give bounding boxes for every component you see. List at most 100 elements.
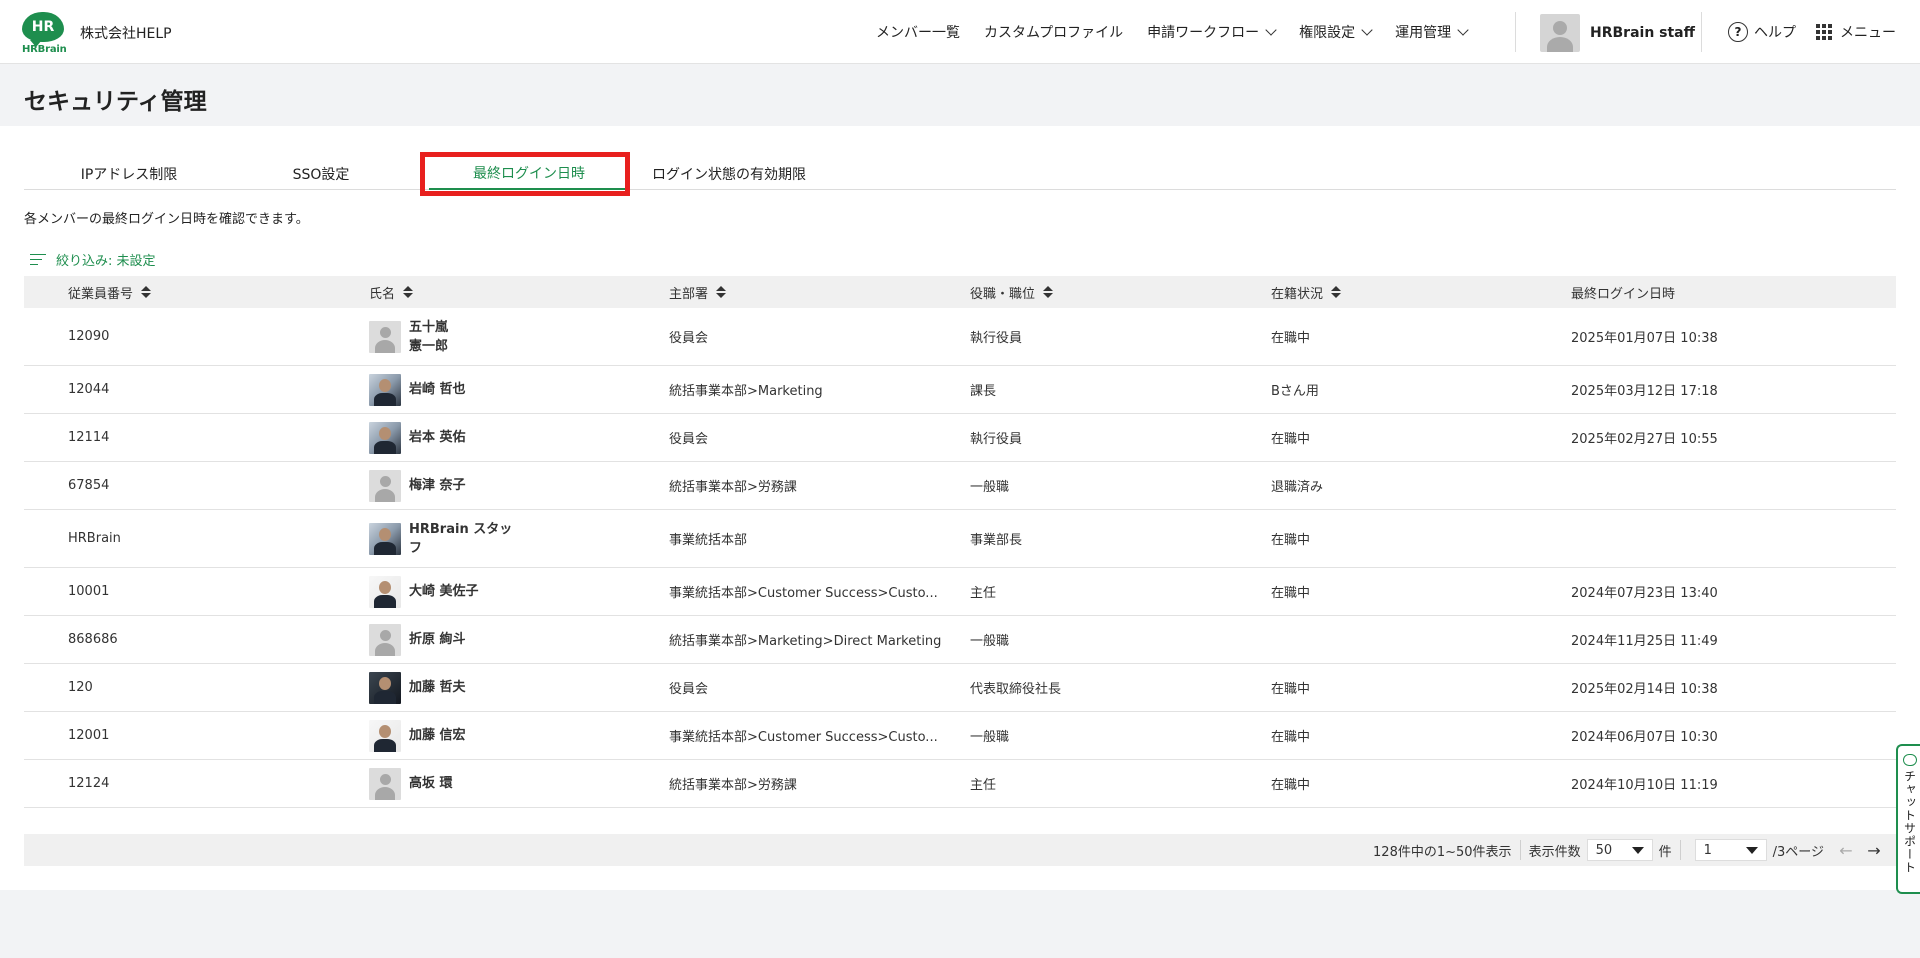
department-cell: 統括事業本部>労務課 [669, 462, 797, 509]
employee-id-cell-text: 12090 [68, 329, 110, 344]
employee-id-cell: 12001 [68, 712, 109, 759]
next-page-button[interactable]: → [1864, 840, 1884, 860]
caret-down-icon [1745, 846, 1758, 854]
grid-icon [1816, 24, 1832, 40]
user-account[interactable]: HRBrain staff [1540, 14, 1695, 52]
status-cell-text: 在職中 [1271, 778, 1311, 793]
filter-button[interactable]: 絞り込み: 未設定 [30, 250, 156, 269]
department-cell-text: 役員会 [669, 432, 709, 447]
department-cell-text: 事業統括本部>Customer Success>Custo... [669, 586, 938, 601]
app-header: HR HRBrain 株式会社HELP メンバー一覧 カスタムプロファイル 申請… [0, 0, 1920, 64]
nav-permissions[interactable]: 権限設定 [1299, 22, 1373, 42]
col-status[interactable]: 在籍状況 [1271, 283, 1341, 302]
member-name: 岩崎 哲也 [409, 382, 466, 397]
per-page-unit: 件 [1658, 844, 1672, 860]
tab-session-expiry[interactable]: ログイン状態の有効期限 [644, 158, 814, 190]
pagination-divider [1519, 840, 1521, 860]
nav-member-list[interactable]: メンバー一覧 [876, 22, 960, 42]
member-name: 高坂 環 [409, 776, 453, 791]
position-cell-text: 主任 [970, 778, 997, 793]
sort-icon [403, 286, 413, 298]
menu-label: メニュー [1840, 25, 1896, 41]
table-row[interactable]: 12090 五十嵐 憲一郎 役員会 執行役員 在職中 2025年01月07日 10:38 [24, 308, 1896, 366]
table-row[interactable]: 10001 大崎 美佐子 事業統括本部>Customer Success>Custo… [24, 568, 1896, 616]
table-row[interactable]: 868686 折原 絢斗 統括事業本部>Marketing>Direct Marke… [24, 616, 1896, 664]
company-name: 株式会社HELP [80, 26, 172, 42]
last-login-cell: 2024年07月23日 13:40 [1571, 568, 1718, 615]
employee-id-cell-text: 12001 [68, 728, 110, 743]
tab-ip-restriction[interactable]: IPアドレス制限 [54, 158, 204, 190]
status-cell: 在職中 [1271, 664, 1310, 711]
pagination-summary: 128件中の1~50件表示 [1373, 844, 1512, 860]
last-login-cell: 2025年01月07日 10:38 [1571, 308, 1718, 365]
department-cell-text: 事業統括本部>Customer Success>Custo... [669, 730, 938, 745]
status-cell-text: 在職中 [1271, 432, 1311, 447]
security-tabs: IPアドレス制限 SSO設定 最終ログイン日時 ログイン状態の有効期限 [24, 158, 1896, 190]
chevron-down-icon [1457, 24, 1469, 36]
nav-operations[interactable]: 運用管理 [1395, 22, 1469, 42]
col-name[interactable]: 氏名 [369, 283, 413, 302]
chat-support-label: チャットサポート [1902, 770, 1917, 874]
member-name: 加藤 信宏 [409, 728, 466, 743]
table-row[interactable]: HRBrain HRBrain スタッ フ 事業統括本部 事業部長 在職中 [24, 510, 1896, 568]
login-table: 従業員番号 氏名 主部署 役職・職位 在籍状況 最終ログイン日時 12090 五十… [24, 276, 1896, 834]
position-cell-text: 執行役員 [970, 432, 1023, 447]
department-cell: 事業統括本部>Customer Success>Custo... [669, 568, 938, 615]
prev-page-button[interactable]: ← [1836, 840, 1856, 860]
table-row[interactable]: 12114 岩本 英佑 役員会 執行役員 在職中 2025年02月27日 10:55 [24, 414, 1896, 462]
nav-permissions-label: 権限設定 [1299, 25, 1356, 41]
arrow-right-icon: → [1867, 840, 1881, 860]
position-cell: 主任 [970, 760, 996, 807]
name-cell: 大崎 美佐子 [369, 568, 479, 615]
sort-icon [716, 286, 726, 298]
col-position[interactable]: 役職・職位 [970, 283, 1053, 302]
tab-session-expiry-label: ログイン状態の有効期限 [652, 167, 806, 183]
help-button[interactable]: ? ヘルプ [1728, 22, 1796, 42]
last-login-cell: 2025年02月14日 10:38 [1571, 664, 1718, 711]
position-cell: 一般職 [970, 616, 1009, 663]
col-name-label: 氏名 [369, 286, 396, 302]
employee-id-cell-text: 120 [68, 680, 93, 695]
last-login-cell-text: 2024年07月23日 13:40 [1571, 586, 1718, 601]
page-select[interactable]: 1 [1694, 839, 1767, 861]
col-department[interactable]: 主部署 [669, 283, 726, 302]
name-cell: 梅津 奈子 [369, 462, 466, 509]
table-row[interactable]: 12001 加藤 信宏 事業統括本部>Customer Success>Custo.… [24, 712, 1896, 760]
tab-sso-label: SSO設定 [292, 167, 350, 183]
employee-id-cell: 120 [68, 664, 93, 711]
employee-id-cell: 12124 [68, 760, 109, 807]
table-row[interactable]: 67854 梅津 奈子 統括事業本部>労務課 一般職 退職済み [24, 462, 1896, 510]
table-row[interactable]: 12124 高坂 環 統括事業本部>労務課 主任 在職中 2024年10月10日 11:1… [24, 760, 1896, 808]
position-cell: 一般職 [970, 712, 1009, 759]
per-page-select[interactable]: 50 [1586, 839, 1653, 861]
table-row[interactable]: 12044 岩崎 哲也 統括事業本部>Marketing 課長 Bさん用 2025年03月… [24, 366, 1896, 414]
avatar [369, 671, 401, 704]
employee-id-cell: HRBrain [68, 510, 121, 567]
employee-id-cell-text: 12114 [68, 430, 110, 445]
col-department-label: 主部署 [669, 286, 709, 302]
nav-operations-label: 運用管理 [1395, 25, 1452, 41]
department-cell: 統括事業本部>Marketing>Direct Marketing [669, 616, 941, 663]
nav-custom-profile-label: カスタムプロファイル [984, 25, 1124, 41]
table-row[interactable]: 120 加藤 哲夫 役員会 代表取締役社長 在職中 2025年02月14日 10:38 [24, 664, 1896, 712]
status-cell: 在職中 [1271, 510, 1310, 567]
position-cell: 代表取締役社長 [970, 664, 1061, 711]
position-cell-text: 一般職 [970, 480, 1010, 495]
position-cell-text: 主任 [970, 586, 997, 601]
menu-button[interactable]: メニュー [1816, 22, 1896, 42]
name-cell: HRBrain スタッ フ [369, 510, 512, 567]
member-name: 折原 絢斗 [409, 632, 466, 647]
nav-workflow[interactable]: 申請ワークフロー [1147, 22, 1277, 42]
last-login-cell-text: 2024年10月10日 11:19 [1571, 778, 1718, 793]
col-last-login-label: 最終ログイン日時 [1571, 286, 1676, 302]
chat-support-button[interactable]: チャットサポート [1896, 744, 1920, 894]
col-employee-id[interactable]: 従業員番号 [68, 283, 151, 302]
tab-sso[interactable]: SSO設定 [246, 158, 396, 190]
status-cell-text: 在職中 [1271, 682, 1311, 697]
user-name: HRBrain staff [1590, 25, 1695, 41]
status-cell: Bさん用 [1271, 366, 1319, 413]
position-cell-text: 代表取締役社長 [970, 682, 1062, 697]
hrbrain-logo[interactable]: HR HRBrain [22, 12, 67, 56]
nav-custom-profile[interactable]: カスタムプロファイル [984, 22, 1123, 42]
avatar [369, 623, 401, 656]
